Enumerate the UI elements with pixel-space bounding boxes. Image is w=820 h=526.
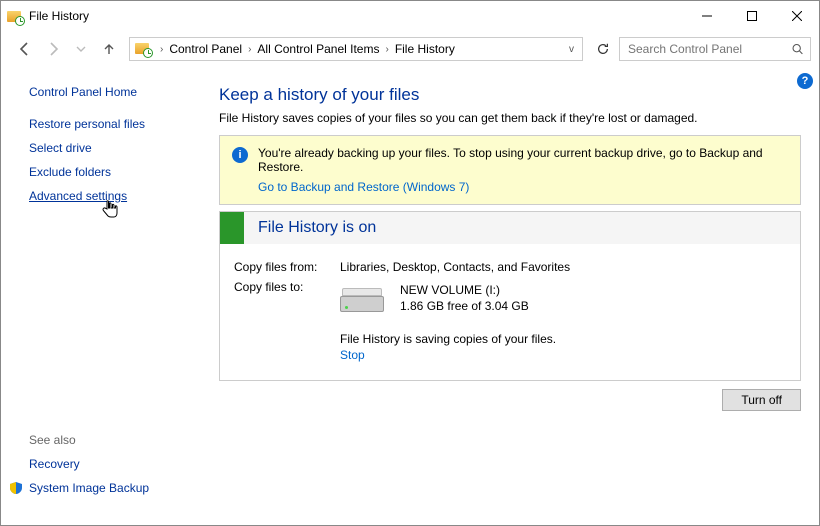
- forward-button[interactable]: [41, 37, 65, 61]
- chevron-right-icon[interactable]: ›: [244, 44, 255, 55]
- back-button[interactable]: [13, 37, 37, 61]
- backup-restore-link[interactable]: Go to Backup and Restore (Windows 7): [258, 180, 469, 194]
- see-also-sysimg-link[interactable]: System Image Backup: [29, 481, 191, 495]
- window-title: File History: [29, 9, 89, 23]
- search-input[interactable]: [619, 37, 811, 61]
- shield-icon: [9, 481, 23, 495]
- info-icon: i: [232, 147, 248, 163]
- titlebar: File History: [1, 1, 819, 31]
- app-icon: [7, 8, 23, 24]
- copy-from-label: Copy files from:: [234, 260, 340, 274]
- sidebar-restore-link[interactable]: Restore personal files: [29, 117, 191, 131]
- drive-icon: [340, 288, 384, 316]
- breadcrumb-item[interactable]: All Control Panel Items: [255, 42, 381, 56]
- page-title: Keep a history of your files: [219, 85, 801, 105]
- turn-off-button[interactable]: Turn off: [722, 389, 801, 411]
- control-panel-home-link[interactable]: Control Panel Home: [29, 85, 191, 99]
- chevron-right-icon[interactable]: ›: [381, 44, 392, 55]
- sidebar-select-drive-link[interactable]: Select drive: [29, 141, 191, 155]
- info-message: You're already backing up your files. To…: [258, 146, 790, 174]
- status-indicator-icon: [220, 212, 244, 244]
- copy-from-value: Libraries, Desktop, Contacts, and Favori…: [340, 260, 570, 274]
- location-icon: [135, 40, 153, 58]
- drive-space: 1.86 GB free of 3.04 GB: [400, 298, 529, 314]
- up-button[interactable]: [97, 37, 121, 61]
- refresh-button[interactable]: [591, 37, 615, 61]
- see-also-recovery-link[interactable]: Recovery: [29, 457, 191, 471]
- breadcrumb-item[interactable]: Control Panel: [167, 42, 244, 56]
- drive-name: NEW VOLUME (I:): [400, 282, 529, 298]
- see-also-section: See also Recovery System Image Backup: [29, 433, 191, 515]
- chevron-right-icon[interactable]: ›: [156, 44, 167, 55]
- sidebar-advanced-settings-link[interactable]: Advanced settings: [29, 189, 191, 203]
- breadcrumb-item[interactable]: File History: [393, 42, 457, 56]
- status-title: File History is on: [244, 219, 376, 237]
- copy-to-label: Copy files to:: [234, 280, 340, 316]
- see-also-header: See also: [29, 433, 191, 447]
- maximize-button[interactable]: [729, 1, 774, 31]
- status-panel: File History is on Copy files from: Libr…: [219, 211, 801, 381]
- help-icon[interactable]: ?: [797, 73, 813, 89]
- breadcrumb-dropdown[interactable]: v: [563, 44, 580, 55]
- status-header: File History is on: [220, 212, 800, 244]
- minimize-button[interactable]: [684, 1, 729, 31]
- stop-link[interactable]: Stop: [340, 348, 365, 362]
- recent-dropdown[interactable]: [69, 37, 93, 61]
- search-field[interactable]: [626, 41, 785, 57]
- sidebar-exclude-folders-link[interactable]: Exclude folders: [29, 165, 191, 179]
- search-icon: [791, 42, 804, 56]
- breadcrumb[interactable]: › Control Panel › All Control Panel Item…: [129, 37, 583, 61]
- saving-message: File History is saving copies of your fi…: [340, 332, 786, 346]
- address-bar: › Control Panel › All Control Panel Item…: [1, 31, 819, 67]
- sidebar: Control Panel Home Restore personal file…: [1, 67, 201, 525]
- close-button[interactable]: [774, 1, 819, 31]
- intro-text: File History saves copies of your files …: [219, 111, 801, 125]
- info-banner: i You're already backing up your files. …: [219, 135, 801, 205]
- main-content: ? Keep a history of your files File Hist…: [201, 67, 819, 525]
